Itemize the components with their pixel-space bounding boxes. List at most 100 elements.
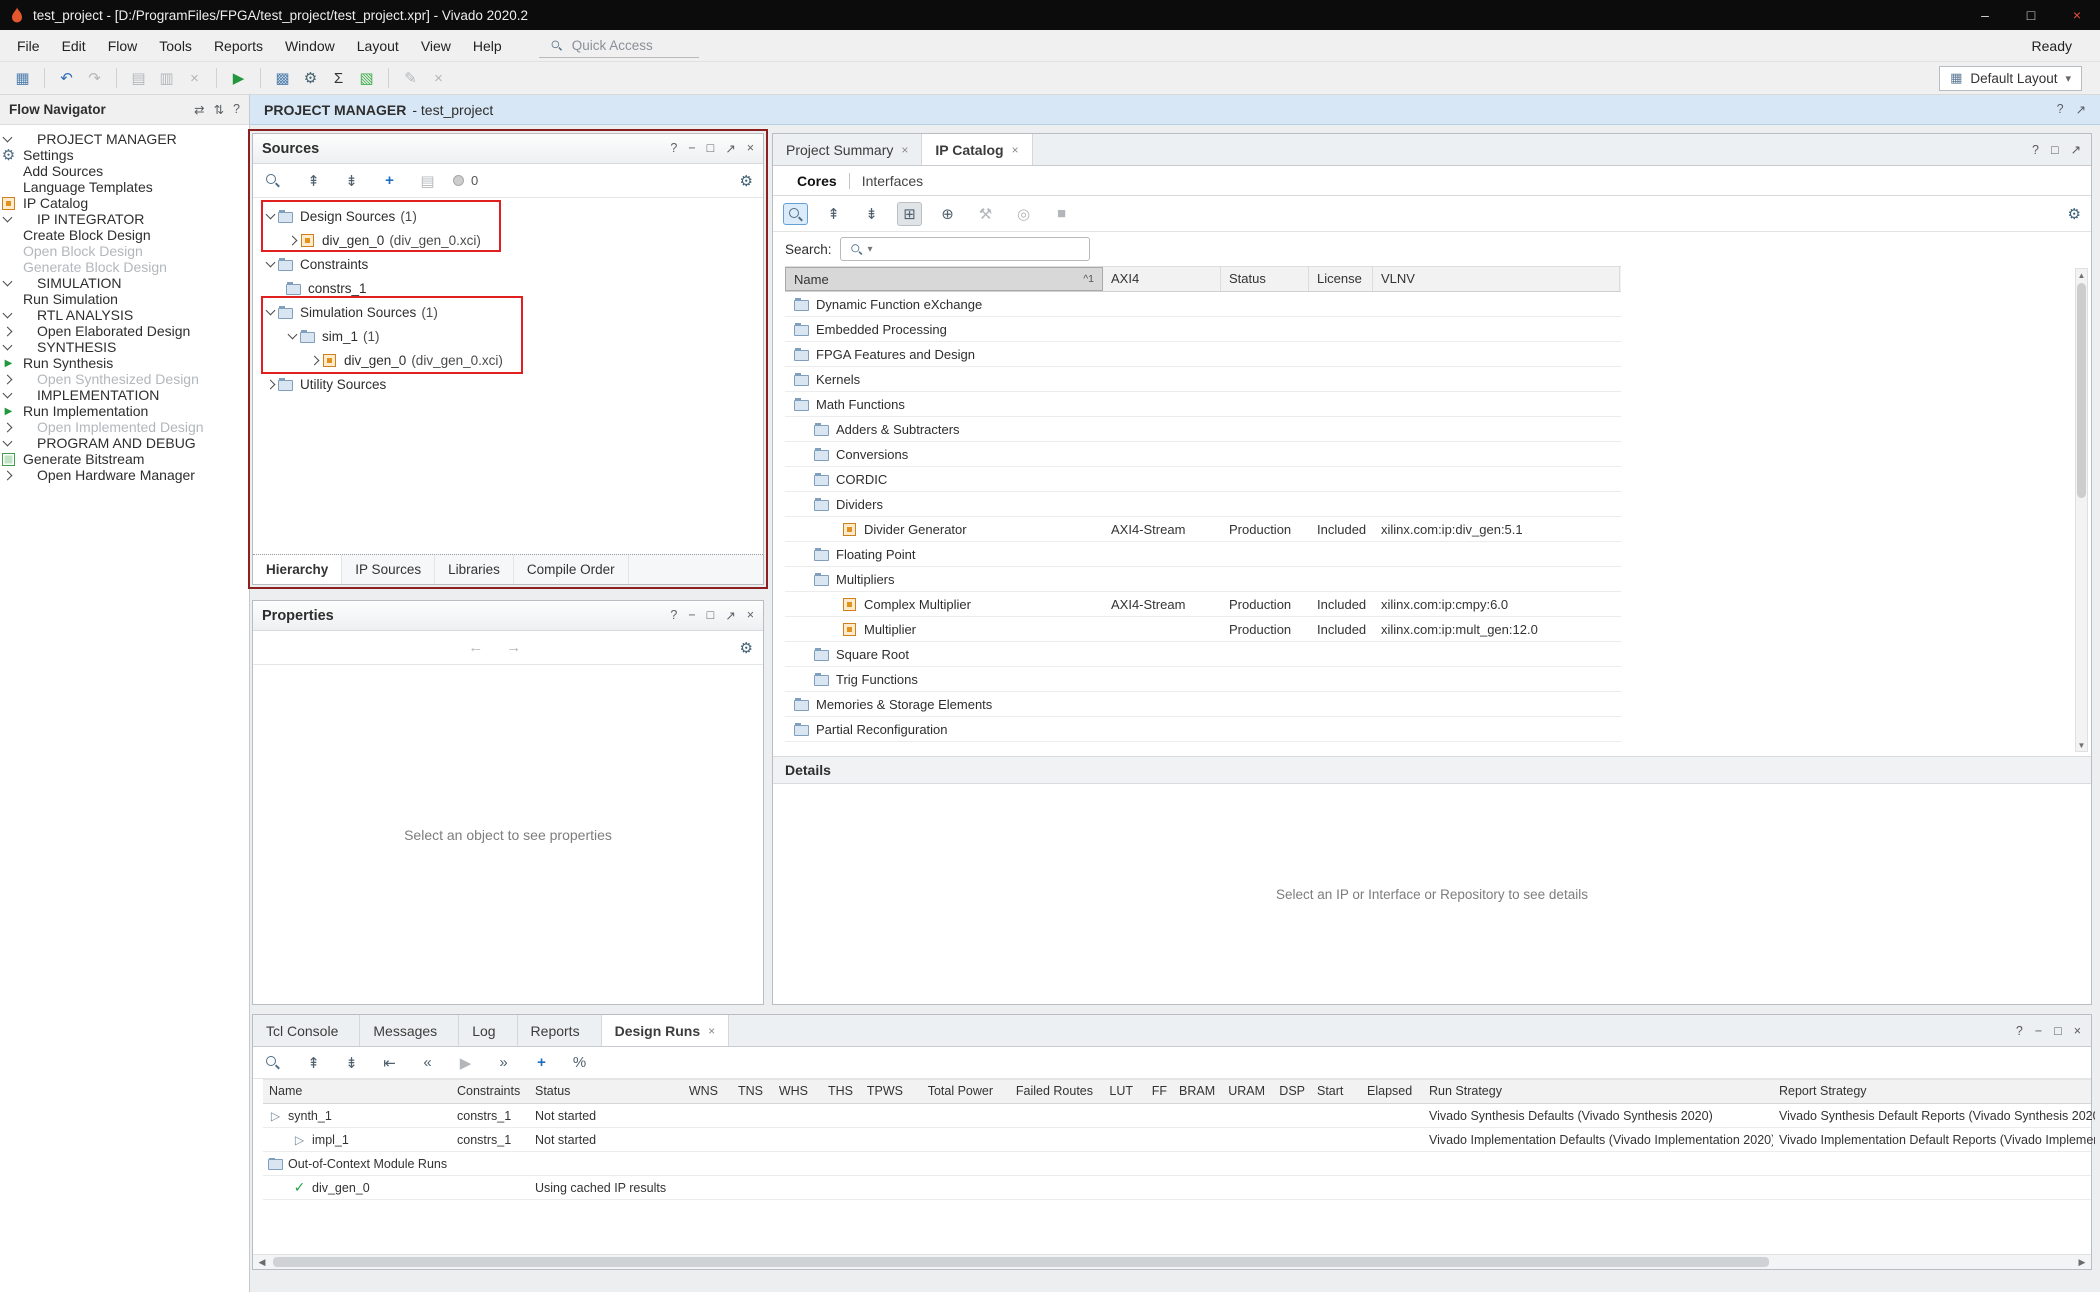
ip-catalog-row[interactable]: Partial Reconfiguration [785,717,1621,742]
sidebar-item-ip-catalog[interactable]: IP Catalog [0,195,249,211]
menu-tools[interactable]: Tools [148,33,203,59]
close-tab-icon[interactable]: × [708,1024,715,1038]
create-run-icon[interactable]: + [529,1051,554,1075]
sidebar-item-open-synthesized-design[interactable]: Open Synthesized Design [0,371,249,387]
sidebar-section-ip-integrator[interactable]: IP INTEGRATOR [0,211,249,227]
collapse-sections-icon[interactable]: ⇅ [214,102,224,117]
search-icon[interactable] [783,203,808,225]
design-run-row[interactable]: Out-of-Context Module Runs [263,1152,2091,1176]
column-license[interactable]: License [1309,267,1373,291]
scoped-to-cell-icon[interactable]: ▤ [415,169,440,193]
subtab-cores[interactable]: Cores [785,173,849,189]
ip-search-input[interactable]: ▾ [840,237,1090,261]
ip-catalog-row[interactable]: Memories & Storage Elements [785,692,1621,717]
column-header[interactable]: Constraints [451,1080,529,1103]
column-header[interactable]: BRAM [1173,1080,1221,1103]
help-icon[interactable]: ? [2016,1024,2023,1038]
column-header[interactable]: DSP [1271,1080,1311,1103]
tab-messages[interactable]: Messages [360,1015,459,1046]
ip-catalog-row[interactable]: Kernels [785,367,1621,392]
maximize-icon[interactable]: □ [2051,143,2059,157]
sidebar-item-open-block-design[interactable]: Open Block Design [0,243,249,259]
vertical-scrollbar[interactable]: ▲ ▼ [2075,268,2088,752]
search-icon[interactable] [263,1053,288,1072]
maximize-icon[interactable]: □ [707,608,715,623]
sidebar-section-program-and-debug[interactable]: PROGRAM AND DEBUG [0,435,249,451]
sep3[interactable] [216,68,217,88]
chevron-icon[interactable] [263,305,277,319]
layout-select[interactable]: ▦ Default Layout ▾ [1939,66,2082,91]
close-icon[interactable]: × [2074,1024,2081,1038]
close-icon[interactable]: × [747,141,754,156]
collapse-all-icon[interactable]: ⇞ [821,202,846,226]
minimize-button[interactable]: – [1962,0,2008,30]
sum-icon[interactable]: Σ [326,66,351,90]
chevron-icon[interactable] [285,329,299,343]
scrollbar-thumb[interactable] [273,1257,1769,1267]
chevron-icon[interactable] [0,468,14,482]
tree-item[interactable]: sim_1 (1) [253,324,763,348]
minimize-icon[interactable]: − [688,608,695,623]
tree-item[interactable]: Simulation Sources (1) [253,300,763,324]
sidebar-item-language-templates[interactable]: Language Templates [0,179,249,195]
sep1[interactable] [44,68,45,88]
paste-icon[interactable]: ▥ [154,66,179,90]
tab-libraries[interactable]: Libraries [435,555,514,584]
column-header[interactable]: Run Strategy [1423,1080,1773,1103]
sidebar-item-open-implemented-design[interactable]: Open Implemented Design [0,419,249,435]
cancel-icon[interactable]: × [426,66,451,90]
run-icon[interactable]: ▶ [453,1051,478,1075]
column-header[interactable]: LUT [1099,1080,1139,1103]
sidebar-item-generate-bitstream[interactable]: Generate Bitstream [0,451,249,467]
tab-design-runs[interactable]: Design Runs × [602,1015,730,1046]
repository-settings-icon[interactable]: ⚒ [973,202,998,226]
chevron-icon[interactable] [0,388,14,402]
help-icon[interactable]: ? [670,141,677,156]
ip-catalog-row[interactable]: Math Functions [785,392,1621,417]
ip-catalog-row[interactable]: Divider Generator AXI4-Stream Production… [785,517,1621,542]
sep5[interactable] [388,68,389,88]
design-run-row[interactable]: impl_1 constrs_1 Not started [263,1128,2091,1152]
column-header[interactable]: Name [263,1080,451,1103]
tree-item[interactable]: Design Sources (1) [253,204,763,228]
delete-icon[interactable]: × [182,66,207,90]
menu-view[interactable]: View [410,33,462,59]
tree-item[interactable]: constrs_1 [253,276,763,300]
expand-all-icon[interactable]: ⇟ [339,169,364,193]
tree-item[interactable]: div_gen_0 (div_gen_0.xci) [253,348,763,372]
tab-tcl-console[interactable]: Tcl Console [253,1015,360,1046]
ip-catalog-row[interactable]: Complex Multiplier AXI4-Stream Productio… [785,592,1621,617]
sidebar-item-open-hardware-manager[interactable]: Open Hardware Manager [0,467,249,483]
sep2[interactable] [116,68,117,88]
sidebar-item-add-sources[interactable]: Add Sources [0,163,249,179]
ip-catalog-row[interactable]: Multiplier Production Included xilinx.co… [785,617,1621,642]
stop-icon[interactable]: ■ [1049,202,1074,226]
float-icon[interactable]: ↗ [725,608,735,623]
chevron-icon[interactable] [0,276,14,290]
column-header[interactable]: Start [1311,1080,1361,1103]
chevron-icon[interactable] [263,257,277,271]
column-header[interactable]: Status [529,1080,679,1103]
tab-ip-catalog[interactable]: IP Catalog × [922,134,1032,165]
menu-flow[interactable]: Flow [97,33,149,59]
menu-layout[interactable]: Layout [346,33,410,59]
close-button[interactable]: × [2054,0,2100,30]
menu-edit[interactable]: Edit [51,33,97,59]
ip-catalog-row[interactable]: Square Root [785,642,1621,667]
collapse-all-icon[interactable]: ⇞ [301,1051,326,1075]
tab-ip-sources[interactable]: IP Sources [342,555,435,584]
gear-icon[interactable]: ⚙ [2068,205,2081,223]
help-icon[interactable]: ? [2032,143,2039,157]
ip-catalog-row[interactable]: FPGA Features and Design [785,342,1621,367]
chevron-icon[interactable] [307,353,321,367]
ip-catalog-row[interactable]: Dynamic Function eXchange [785,292,1621,317]
design-run-row[interactable]: synth_1 constrs_1 Not started [263,1104,2091,1128]
go-to-first-icon[interactable]: ⇤ [377,1051,402,1075]
expand-selected-icon[interactable]: ⊕ [935,202,960,226]
percent-icon[interactable]: % [567,1051,592,1075]
copy-icon[interactable]: ▤ [126,66,151,90]
maximize-icon[interactable]: □ [2054,1024,2062,1038]
expand-all-icon[interactable]: ⇟ [859,202,884,226]
ip-catalog-row[interactable]: Multipliers [785,567,1621,592]
chevron-icon[interactable] [0,324,14,338]
